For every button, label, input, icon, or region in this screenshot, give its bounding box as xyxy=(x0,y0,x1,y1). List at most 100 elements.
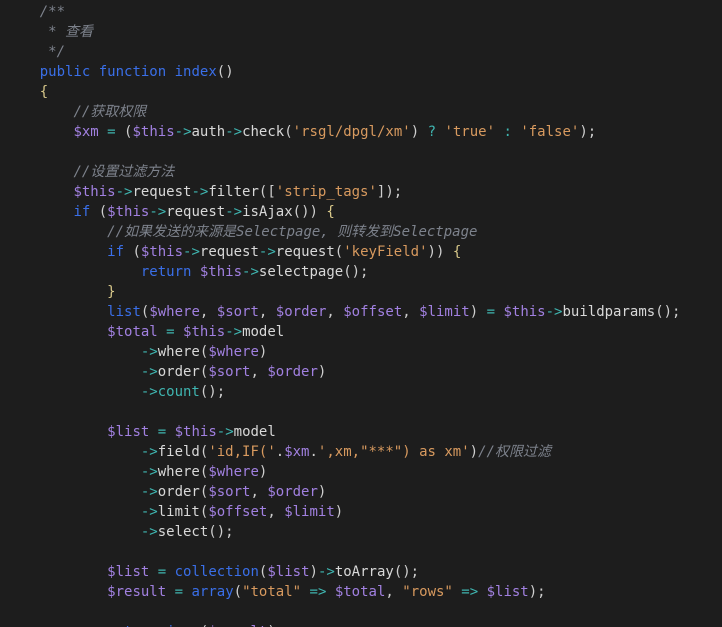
string-token: "total" xyxy=(242,584,302,600)
method-token: request xyxy=(275,244,335,260)
code-line: $list = collection($list)->toArray(); xyxy=(6,562,722,582)
brace-token: { xyxy=(326,204,335,220)
code-line: ->where($where) xyxy=(6,342,722,362)
arrow-token: -> xyxy=(225,204,243,220)
code-line: ->count(); xyxy=(6,382,722,402)
code-editor[interactable]: /** * 查看 */ public function index() { //… xyxy=(0,0,722,627)
arrow-token: -> xyxy=(140,384,158,400)
code-line: ->select(); xyxy=(6,522,722,542)
variable-token: $result xyxy=(107,584,167,600)
keyword-token: function xyxy=(98,64,167,80)
code-line: * 查看 xyxy=(6,22,722,42)
variable-token: $xm xyxy=(284,444,310,460)
method-token: where xyxy=(157,464,200,480)
function-name-token: index xyxy=(174,64,217,80)
code-line: if ($this->request->request('keyField'))… xyxy=(6,242,722,262)
method-token: where xyxy=(157,344,200,360)
comment-token: //权限过滤 xyxy=(478,444,551,460)
comment-token: */ xyxy=(6,44,66,60)
operator-token: = xyxy=(107,124,116,140)
comment-token: //设置过滤方法 xyxy=(73,164,175,180)
operator-token: => xyxy=(461,584,479,600)
punct-token: , xyxy=(250,484,259,500)
brace-token: } xyxy=(107,284,116,300)
variable-token: $offset xyxy=(343,304,403,320)
method-token: order xyxy=(157,484,200,500)
punct-token: ); xyxy=(579,124,597,140)
arrow-token: -> xyxy=(191,184,209,200)
keyword-token: list xyxy=(107,304,141,320)
arrow-token: -> xyxy=(216,424,234,440)
variable-token: $this xyxy=(183,324,226,340)
punct-token: ) xyxy=(317,484,327,500)
operator-token: = xyxy=(166,324,175,340)
code-line: list($where, $sort, $order, $offset, $li… xyxy=(6,302,722,322)
string-token: 'strip_tags' xyxy=(275,184,377,200)
operator-token: = xyxy=(174,584,184,600)
punct-token: )) xyxy=(427,244,445,260)
method-token: model xyxy=(233,424,276,440)
variable-token: $sort xyxy=(216,304,259,320)
variable-token: $where xyxy=(149,304,200,320)
comment-token: /** xyxy=(6,4,66,20)
punct-token: , xyxy=(267,504,276,520)
punct-token: ) xyxy=(258,344,268,360)
operator-token: => xyxy=(309,584,327,600)
variable-token: $list xyxy=(107,424,150,440)
punct-token: . xyxy=(275,444,285,460)
punct-token: . xyxy=(309,444,318,460)
keyword-token: if xyxy=(107,244,125,260)
code-line: public function index() xyxy=(6,62,722,82)
punct-token: ) xyxy=(469,444,479,460)
string-token: 'id,IF(' xyxy=(208,444,276,460)
code-line: ->limit($offset, $limit) xyxy=(6,502,722,522)
arrow-token: -> xyxy=(242,264,259,280)
arrow-token: -> xyxy=(140,464,158,480)
arrow-token: -> xyxy=(545,304,563,320)
punct-token: ) xyxy=(309,564,318,580)
arrow-token: -> xyxy=(225,324,243,340)
operator-token: = xyxy=(486,304,496,320)
keyword-token: if xyxy=(73,204,91,220)
punct-token: ) xyxy=(317,364,327,380)
code-line: return json($result); xyxy=(6,622,722,627)
code-line: $xm = ($this->auth->check('rsgl/dpgl/xm'… xyxy=(6,122,722,142)
variable-token: $sort xyxy=(208,364,251,380)
punct-token: ) xyxy=(410,124,420,140)
variable-token: $list xyxy=(486,584,529,600)
variable-token: $this xyxy=(132,124,175,140)
arrow-token: -> xyxy=(174,124,192,140)
code-content[interactable]: /** * 查看 */ public function index() { //… xyxy=(0,0,722,627)
string-token: xm' xyxy=(444,444,470,460)
code-line: if ($this->request->isAjax()) { xyxy=(6,202,722,222)
punct-token: ) xyxy=(334,504,344,520)
keyword-token: public xyxy=(39,64,91,80)
string-token: as xyxy=(419,444,436,460)
arrow-token: -> xyxy=(140,504,158,520)
